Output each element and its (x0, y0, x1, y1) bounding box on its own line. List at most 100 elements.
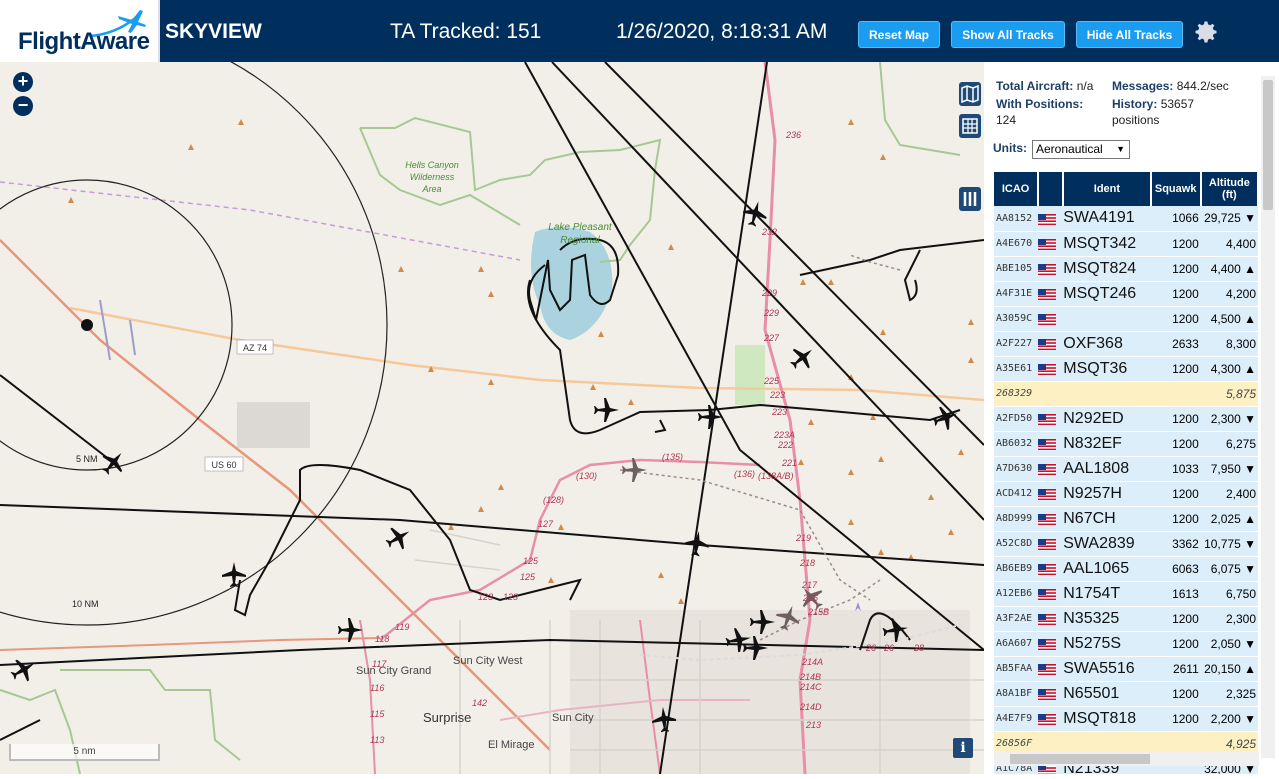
flag-cell (1038, 306, 1064, 332)
messages-stat: Messages: 844.2/sec (1112, 78, 1229, 94)
zoom-out-button[interactable]: − (13, 96, 33, 116)
icao-cell: AB6032 (994, 431, 1039, 457)
flag-cell (1038, 556, 1064, 582)
wilderness-boundary (879, 62, 961, 156)
squawk-cell: 2633 (1150, 331, 1201, 357)
table-row[interactable]: AA8152 SWA4191 1066 29,725 ▼ (994, 206, 1258, 232)
flag-cell (1038, 531, 1064, 557)
altitude-cell: 7,950 ▼ (1200, 456, 1258, 482)
flight-track-faded (619, 469, 871, 601)
columns-icon (963, 192, 977, 206)
table-row[interactable]: AB6EB9 AAL1065 6063 6,075 ▼ (994, 556, 1258, 582)
table-row[interactable]: A4F31E MSQT246 1200 4,200 (994, 281, 1258, 307)
park-area (735, 345, 765, 405)
scrollbar-thumb[interactable] (1263, 80, 1273, 210)
altitude-cell: 6,750 (1200, 581, 1258, 607)
column-header-squawk[interactable]: Squawk (1150, 172, 1202, 206)
table-row[interactable]: ACD412 N9257H 1200 2,400 (994, 481, 1258, 507)
table-row[interactable]: A52C8D SWA2839 3362 10,775 ▼ (994, 531, 1258, 557)
units-selected-value: Aeronautical (1036, 142, 1103, 156)
range-ring-5nm (0, 179, 233, 471)
bottom-strip (0, 774, 1279, 779)
range-ring-10-label: 10 NM (72, 599, 99, 609)
table-row[interactable]: AB5FAA SWA5516 2611 20,150 ▲ (994, 656, 1258, 682)
columns-toggle-button[interactable] (959, 187, 981, 211)
table-row[interactable]: AB6032 N832EF 1200 6,275 (994, 431, 1258, 457)
table-row[interactable]: A3F2AE N35325 1200 2,300 (994, 606, 1258, 632)
us-flag-icon (1038, 688, 1057, 700)
ident-cell: N292ED (1063, 406, 1151, 432)
route-label: 125 (523, 556, 539, 566)
table-row[interactable]: A6A607 N5275S 1200 2,050 ▼ (994, 631, 1258, 657)
hide-all-tracks-button[interactable]: Hide All Tracks (1076, 21, 1183, 48)
squawk-cell: 1200 (1150, 706, 1201, 732)
altitude-cell: 4,500 ▲ (1200, 306, 1258, 332)
town-surprise: Surprise (423, 710, 471, 725)
scrollbar-thumb[interactable] (1010, 754, 1150, 764)
squawk-cell: 1200 (1150, 606, 1201, 632)
reset-map-button[interactable]: Reset Map (858, 21, 940, 48)
map-canvas[interactable]: Hells Canyon Wilderness Area Lake Pleasa… (0, 62, 984, 774)
column-header-flag[interactable] (1038, 172, 1065, 206)
us-flag-icon (1038, 338, 1057, 350)
aircraft-sidebar: Total Aircraft: n/a Messages: 844.2/sec … (984, 62, 1279, 774)
squawk-cell: 1200 (1150, 431, 1201, 457)
horizontal-scrollbar[interactable] (994, 752, 1259, 766)
units-select[interactable]: Aeronautical ▼ (1032, 140, 1130, 159)
flag-cell (1038, 231, 1064, 257)
route-label: (130) (576, 471, 597, 481)
flightaware-logo[interactable]: FlightAware (0, 0, 160, 62)
ident-cell: N1754T (1063, 581, 1151, 607)
messages-label: Messages: (1112, 79, 1174, 93)
history-unit: positions (1112, 113, 1160, 127)
route-label: 229 (763, 308, 779, 318)
flag-cell (1038, 581, 1064, 607)
squawk-cell: 2611 (1150, 656, 1201, 682)
map-layer-button[interactable] (959, 82, 981, 106)
map-view[interactable]: Hells Canyon Wilderness Area Lake Pleasa… (0, 62, 984, 774)
route-label: 223 (771, 407, 787, 417)
vertical-scrollbar[interactable] (1261, 76, 1275, 758)
table-row[interactable]: A4E7F9 MSQT818 1200 2,200 ▼ (994, 706, 1258, 732)
town-sun-city: Sun City (552, 712, 594, 724)
column-header-altitude[interactable]: Altitude (ft) (1200, 172, 1260, 206)
table-row[interactable]: A2FD50 N292ED 1200 2,300 ▼ (994, 406, 1258, 432)
table-row[interactable]: A4E670 MSQT342 1200 4,400 (994, 231, 1258, 257)
table-toggle-button[interactable] (959, 114, 981, 138)
altitude-cell: 10,775 ▼ (1200, 531, 1258, 557)
route-label: 214C (799, 682, 822, 692)
column-header-ident[interactable]: Ident (1063, 172, 1152, 206)
show-all-tracks-button[interactable]: Show All Tracks (951, 21, 1065, 48)
ident-cell: N67CH (1063, 506, 1151, 532)
route-label: (135) (662, 452, 683, 462)
table-row[interactable]: 268329 5,875 (994, 381, 1258, 407)
info-button[interactable]: i (953, 738, 973, 758)
column-header-icao[interactable]: ICAO (994, 172, 1040, 206)
scale-bar: 5 nm (9, 744, 160, 761)
flag-cell (1038, 706, 1064, 732)
ident-cell: SWA2839 (1063, 531, 1151, 557)
gear-icon[interactable] (1192, 18, 1220, 46)
map-labels: Hells Canyon Wilderness Area Lake Pleasa… (72, 160, 613, 751)
brand-title: SKYVIEW (165, 20, 262, 43)
table-row[interactable]: A8D999 N67CH 1200 2,025 ▲ (994, 506, 1258, 532)
table-row[interactable]: A12EB6 N1754T 1613 6,750 (994, 581, 1258, 607)
zoom-in-button[interactable]: + (13, 72, 33, 92)
clock: 1/26/2020, 8:18:31 AM (616, 20, 828, 43)
table-row[interactable]: A3059C 1200 4,500 ▲ (994, 306, 1258, 332)
table-row[interactable]: ABE105 MSQT824 1200 4,400 ▲ (994, 256, 1258, 282)
ident-cell: MSQT818 (1063, 706, 1151, 732)
route-label: 214A (801, 657, 823, 667)
route-label: 28 (913, 643, 924, 653)
flag-cell (1038, 506, 1064, 532)
table-row[interactable]: A2F227 OXF368 2633 8,300 (994, 331, 1258, 357)
table-row[interactable]: A8A1BF N65501 1200 2,325 (994, 681, 1258, 707)
altitude-cell: 8,300 (1200, 331, 1258, 357)
squawk-cell: 1200 (1150, 356, 1201, 382)
altitude-cell: 4,400 (1200, 231, 1258, 257)
table-row[interactable]: A35E61 MSQT36 1200 4,300 ▲ (994, 356, 1258, 382)
table-row[interactable]: A7D630 AAL1808 1033 7,950 ▼ (994, 456, 1258, 482)
route-label: 223 (769, 390, 785, 400)
us60-label: US 60 (211, 460, 236, 470)
flag-cell (1038, 406, 1064, 432)
